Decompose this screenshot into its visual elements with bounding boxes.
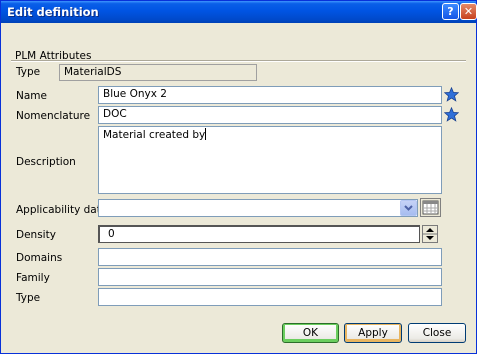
- type-field: MaterialDS: [59, 64, 257, 81]
- applicability-date-label: Applicability date: [16, 204, 108, 216]
- chevron-down-icon[interactable]: [400, 200, 417, 216]
- nomenclature-input[interactable]: DOC: [98, 106, 442, 124]
- close-button[interactable]: Close: [408, 323, 466, 343]
- density-input[interactable]: 0: [98, 225, 420, 243]
- text-caret: [205, 128, 207, 140]
- title-bar[interactable]: Edit definition ? ✕: [1, 1, 477, 23]
- ok-button[interactable]: OK: [282, 323, 339, 343]
- edit-definition-dialog: Edit definition ? ✕ PLM Attributes Type …: [0, 0, 477, 354]
- name-label: Name: [16, 90, 47, 102]
- close-window-button[interactable]: ✕: [460, 3, 477, 20]
- description-label: Description: [16, 156, 76, 168]
- group-separator: [11, 60, 466, 62]
- help-button[interactable]: ?: [442, 3, 459, 20]
- name-input[interactable]: Blue Onyx 2: [98, 86, 442, 104]
- window-title: Edit definition: [7, 5, 99, 19]
- type2-input[interactable]: [98, 288, 442, 306]
- star-icon[interactable]: [444, 107, 459, 122]
- family-label: Family: [16, 272, 50, 284]
- star-icon[interactable]: [444, 87, 459, 102]
- family-input[interactable]: [98, 268, 442, 286]
- domains-label: Domains: [16, 252, 63, 264]
- density-label: Density: [16, 229, 56, 241]
- type2-label: Type: [16, 292, 41, 304]
- calendar-icon[interactable]: [420, 198, 441, 217]
- apply-button[interactable]: Apply: [344, 323, 402, 343]
- type-label: Type: [16, 66, 41, 78]
- spinner-icon[interactable]: [422, 225, 438, 243]
- domains-input[interactable]: [98, 248, 442, 266]
- nomenclature-label: Nomenclature: [16, 110, 91, 122]
- description-text: Material created by: [103, 129, 206, 141]
- applicability-date-combo[interactable]: [98, 199, 418, 217]
- description-textarea[interactable]: Material created by: [98, 126, 442, 194]
